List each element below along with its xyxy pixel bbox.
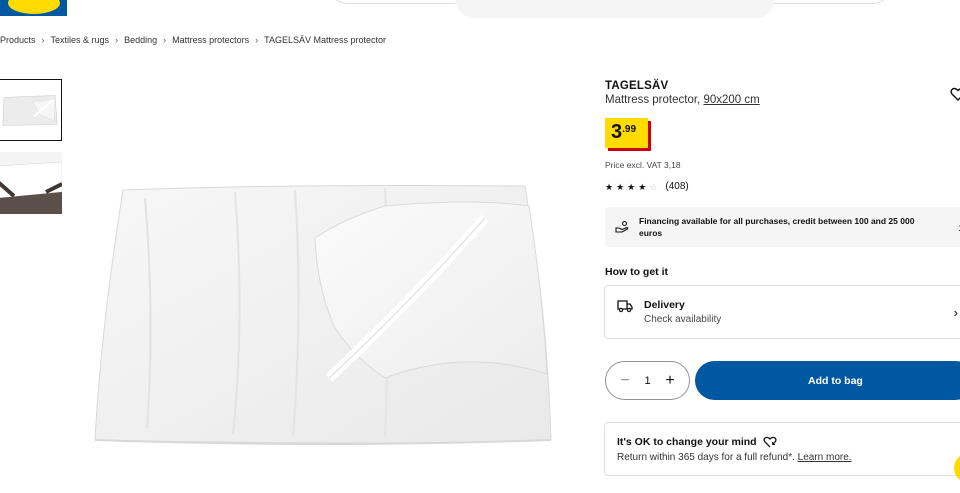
chevron-right-icon: › [41,35,45,45]
delivery-option[interactable]: Delivery Check availability › [604,285,960,339]
chevron-right-icon: › [953,305,958,320]
price-excl-vat: Price excl. VAT 3,18 [605,160,681,170]
thumbnail-image [0,80,61,140]
thumbnail-1[interactable] [0,79,62,141]
thumbnail-2[interactable] [0,152,62,214]
chevron-right-icon: › [255,35,259,45]
rating[interactable]: ★ ★ ★ ★ ☆ (408) [605,181,689,192]
heart-return-icon [763,436,777,448]
thumbnail-image [0,152,62,214]
plus-icon[interactable]: + [663,372,677,389]
star-icon: ★ [627,181,636,192]
chevron-right-icon: › [115,35,119,45]
financing-text: Financing available for all purchases, c… [639,215,915,239]
price-tag: 3 .99 [605,118,648,148]
star-empty-icon: ☆ [649,181,658,192]
breadcrumb-mattress-protectors[interactable]: Mattress protectors [172,35,249,45]
star-icon: ★ [638,181,647,192]
star-icon: ★ [605,181,614,192]
return-policy-text: Return within 365 days for a full refund… [617,452,852,463]
return-policy-body: Return within 365 days for a full refund… [617,452,798,463]
breadcrumb-bedding[interactable]: Bedding [124,35,157,45]
price-integer: 3 [611,121,623,143]
site-header [0,0,960,18]
minus-icon[interactable]: − [618,372,632,389]
financing-banner[interactable]: Financing available for all purchases, c… [605,207,960,247]
search-suggestion-pill[interactable] [455,0,775,18]
quantity-value[interactable]: 1 [644,375,650,387]
product-name: TAGELSÄV [605,80,669,92]
hand-coins-icon [615,220,629,233]
ikea-logo[interactable] [0,0,67,16]
rating-stars: ★ ★ ★ ★ ☆ [605,182,657,192]
breadcrumb-products[interactable]: Products [0,35,36,45]
truck-icon [617,300,633,313]
review-count: (408) [665,181,689,192]
quantity-stepper: − 1 + [605,361,690,400]
return-policy-title-text: It's OK to change your mind [617,436,757,448]
product-description: Mattress protector, 90x200 cm [605,94,760,106]
breadcrumb: Products › Textiles & rugs › Bedding › M… [0,34,386,46]
heart-icon[interactable] [950,86,960,102]
delivery-title: Delivery [644,299,685,311]
learn-more-link[interactable]: Learn more. [798,452,852,463]
price-decimals: .99 [622,124,637,135]
chevron-right-icon: › [163,35,167,45]
delivery-subtitle: Check availability [644,314,722,325]
product-size-link[interactable]: 90x200 cm [703,94,759,106]
return-policy-title: It's OK to change your mind [617,436,777,448]
star-icon: ★ [616,181,625,192]
add-to-bag-button[interactable]: Add to bag [695,361,960,400]
product-type: Mattress protector, [605,94,704,106]
how-to-get-title: How to get it [605,266,668,278]
product-image [94,185,552,445]
breadcrumb-current: TAGELSÄV Mattress protector [264,35,386,45]
breadcrumb-textiles-rugs[interactable]: Textiles & rugs [51,35,110,45]
return-policy-box: It's OK to change your mind Return withi… [604,422,960,476]
